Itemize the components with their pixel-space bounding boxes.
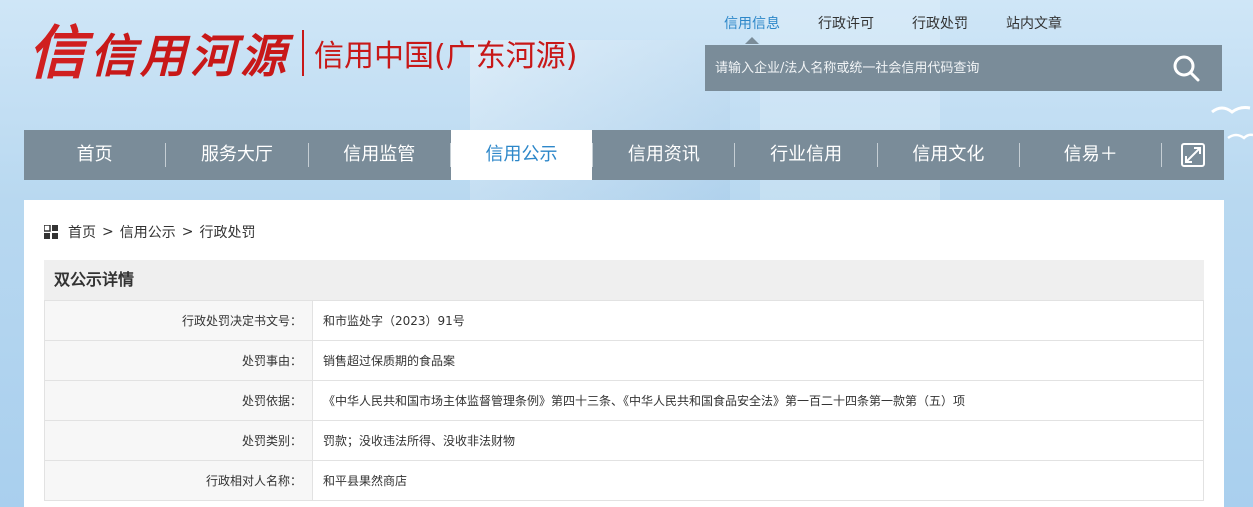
field-label: 处罚类别： xyxy=(44,420,313,461)
top-nav: 信用信息 行政许可 行政处罚 站内文章 xyxy=(705,14,1081,44)
field-label: 行政处罚决定书文号： xyxy=(44,300,313,341)
table-row: 处罚类别： 罚款；没收违法所得、没收非法财物 xyxy=(44,420,1204,461)
field-label: 行政相对人名称： xyxy=(44,460,313,501)
field-label: 处罚依据： xyxy=(44,380,313,421)
main-nav-credit-publicity[interactable]: 信用公示 xyxy=(450,130,593,180)
main-nav-credit-supervision[interactable]: 信用监管 xyxy=(309,130,450,180)
table-row: 处罚依据： 《中华人民共和国市场主体监督管理条例》第四十三条、《中华人民共和国食… xyxy=(44,380,1204,421)
breadcrumb: 首页 > 信用公示 > 行政处罚 xyxy=(44,222,261,242)
site-logo[interactable]: 信 信用河源 信用中国(广东河源) xyxy=(28,18,577,88)
table-row: 处罚事由： 销售超过保质期的食品案 xyxy=(44,340,1204,381)
top-nav-admin-penalty[interactable]: 行政处罚 xyxy=(893,14,987,44)
table-row: 行政相对人名称： 和平县果然商店 xyxy=(44,460,1204,501)
table-row: 行政处罚决定书文号： 和市监处字（2023）91号 xyxy=(44,300,1204,341)
logo-text: 信用河源 xyxy=(90,29,291,83)
breadcrumb-separator: > xyxy=(181,224,194,240)
expand-icon xyxy=(1181,143,1206,167)
main-nav-credit-news[interactable]: 信用资讯 xyxy=(593,130,734,180)
field-value: 销售超过保质期的食品案 xyxy=(312,340,1204,381)
main-nav: 首页 服务大厅 信用监管 信用公示 信用资讯 行业信用 信用文化 信易＋ xyxy=(24,130,1224,180)
breadcrumb-credit-publicity[interactable]: 信用公示 xyxy=(120,222,176,242)
top-nav-credit-info[interactable]: 信用信息 xyxy=(705,14,799,44)
search-icon[interactable] xyxy=(1172,54,1200,82)
field-value: 和平县果然商店 xyxy=(312,460,1204,501)
field-value: 《中华人民共和国市场主体监督管理条例》第四十三条、《中华人民共和国食品安全法》第… xyxy=(312,380,1204,421)
field-value: 罚款；没收违法所得、没收非法财物 xyxy=(312,420,1204,461)
breadcrumb-admin-penalty[interactable]: 行政处罚 xyxy=(199,222,255,242)
search-bar xyxy=(705,45,1222,91)
main-nav-xinyi-plus[interactable]: 信易＋ xyxy=(1020,130,1161,180)
detail-title: 双公示详情 xyxy=(44,260,1204,300)
grid-icon xyxy=(44,225,58,239)
breadcrumb-separator: > xyxy=(102,224,114,240)
expand-button[interactable] xyxy=(1162,130,1224,180)
logo-divider xyxy=(302,30,305,76)
breadcrumb-home[interactable]: 首页 xyxy=(68,222,96,242)
content-panel: 首页 > 信用公示 > 行政处罚 双公示详情 行政处罚决定书文号： 和市监处字（… xyxy=(24,200,1224,507)
detail-table: 行政处罚决定书文号： 和市监处字（2023）91号 处罚事由： 销售超过保质期的… xyxy=(44,300,1204,501)
main-nav-industry-credit[interactable]: 行业信用 xyxy=(735,130,876,180)
search-input[interactable] xyxy=(705,45,1165,91)
field-label: 处罚事由： xyxy=(44,340,313,381)
main-nav-credit-culture[interactable]: 信用文化 xyxy=(878,130,1019,180)
main-nav-service-hall[interactable]: 服务大厅 xyxy=(166,130,307,180)
field-value: 和市监处字（2023）91号 xyxy=(312,300,1204,341)
logo-mark: 信 xyxy=(28,19,87,87)
main-nav-home[interactable]: 首页 xyxy=(24,130,165,180)
top-nav-admin-license[interactable]: 行政许可 xyxy=(799,14,893,44)
logo-subtitle: 信用中国(广东河源) xyxy=(314,39,578,74)
top-nav-site-articles[interactable]: 站内文章 xyxy=(987,14,1081,44)
detail-box: 双公示详情 行政处罚决定书文号： 和市监处字（2023）91号 处罚事由： 销售… xyxy=(44,260,1204,501)
